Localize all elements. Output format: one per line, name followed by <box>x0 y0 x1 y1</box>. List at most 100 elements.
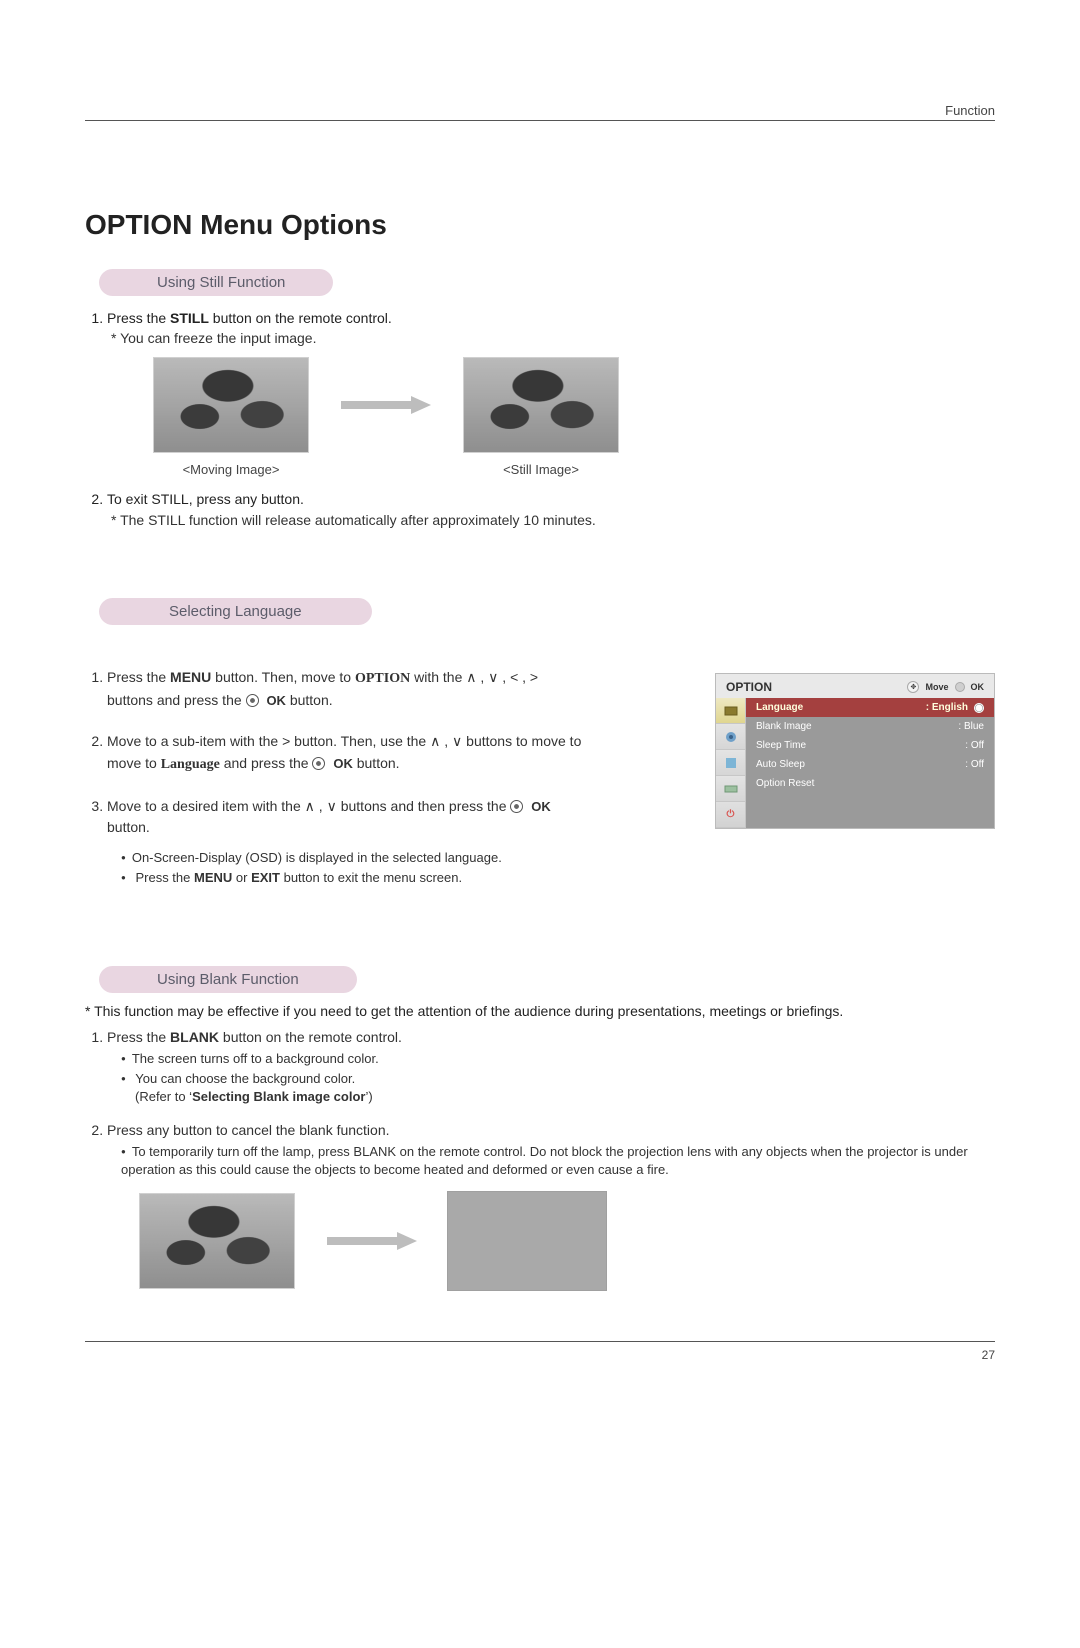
text: move to <box>107 755 161 771</box>
ok-icon <box>312 757 325 770</box>
text: button. <box>357 755 400 771</box>
blank-bullet-choose-color: You can choose the background color. (Re… <box>121 1070 995 1106</box>
still-steps: Press the STILL button on the remote con… <box>85 308 995 530</box>
still-step-2: To exit STILL, press any button. * The S… <box>107 489 995 530</box>
text-bold: Language <box>161 757 220 772</box>
osd-title: OPTION <box>726 680 772 694</box>
blank-step-2: Press any button to cancel the blank fun… <box>107 1120 995 1291</box>
text: buttons and then press the <box>337 798 511 814</box>
blank-intro-note: * This function may be effective if you … <box>85 1003 995 1019</box>
page-number: 27 <box>982 1348 995 1362</box>
osd-menu: OPTION ✥ Move OK ⏻ Lang <box>715 673 995 829</box>
osd-row-label: Language <box>756 702 803 713</box>
text-bold: OPTION <box>355 671 410 686</box>
osd-tab-icon <box>716 750 745 776</box>
osd-hints: ✥ Move OK <box>907 681 984 693</box>
caption-moving: <Moving Image> <box>151 461 311 480</box>
text-bold: MENU <box>194 870 232 885</box>
osd-tab-icon <box>716 776 745 802</box>
osd-row-blank-image: Blank Image : Blue <box>746 717 994 736</box>
text: ’) <box>365 1089 372 1104</box>
radio-selected-icon <box>974 703 984 713</box>
text: To exit STILL, press any button. <box>107 491 304 507</box>
text-bold: EXIT <box>251 870 280 885</box>
arrow-symbols: ∧ , ∨ <box>430 733 462 749</box>
text-bold: Selecting Blank image color <box>192 1089 365 1104</box>
ok-icon <box>510 800 523 813</box>
text: button to exit the menu screen. <box>280 870 462 885</box>
arrow-symbols: ∧ , ∨ , < , > <box>466 669 538 685</box>
osd-row-value: : English <box>926 702 968 713</box>
osd-hint-ok: OK <box>971 682 985 692</box>
section-heading-blank: Using Blank Function <box>99 966 357 993</box>
still-figure-row <box>151 355 995 455</box>
osd-row-label: Blank Image <box>756 721 812 732</box>
projected-image-photo <box>137 1191 297 1291</box>
lang-step-2: Move to a sub-item with the > button. Th… <box>107 731 683 775</box>
lang-bullet-exit: Press the MENU or EXIT button to exit th… <box>121 869 683 887</box>
blank-screen-image <box>447 1191 607 1291</box>
arrow-icon <box>327 1232 417 1250</box>
section-heading-language: Selecting Language <box>99 598 372 625</box>
header-section: Function <box>945 103 995 118</box>
text: Press the <box>107 669 170 685</box>
ok-dot-icon <box>955 682 965 692</box>
text: Move to a desired item with the <box>107 798 305 814</box>
text: Press the <box>107 310 170 326</box>
lang-bullet-osd: On-Screen-Display (OSD) is displayed in … <box>121 849 683 867</box>
move-icon: ✥ <box>907 681 919 693</box>
text: or <box>232 870 251 885</box>
ok-text: OK <box>333 756 353 771</box>
text: with the <box>410 669 466 685</box>
blank-figure-row <box>137 1191 995 1291</box>
lang-step-1: Press the MENU button. Then, move to OPT… <box>107 667 683 711</box>
text-bold: STILL <box>170 310 209 326</box>
text: button. <box>290 692 333 708</box>
blank-steps: Press the BLANK button on the remote con… <box>85 1027 995 1292</box>
top-divider: Function <box>85 120 995 121</box>
lang-step-3: Move to a desired item with the ∧ , ∨ bu… <box>107 796 683 888</box>
section-heading-still: Using Still Function <box>99 269 333 296</box>
osd-tab-icon <box>716 698 745 724</box>
blank-step-1: Press the BLANK button on the remote con… <box>107 1027 995 1107</box>
text: Move to a sub-item with the <box>107 733 282 749</box>
blank-bullet-warning: To temporarily turn off the lamp, press … <box>121 1143 995 1179</box>
still-captions: <Moving Image> <Still Image> <box>151 461 995 480</box>
still-step1-note: * You can freeze the input image. <box>111 328 995 348</box>
text: Press any button to cancel the blank fun… <box>107 1122 390 1138</box>
text: button on the remote control. <box>209 310 392 326</box>
moving-image-photo <box>151 355 311 455</box>
bottom-divider: 27 <box>85 1341 995 1342</box>
osd-row-option-reset: Option Reset <box>746 774 994 793</box>
still-step-1: Press the STILL button on the remote con… <box>107 308 995 479</box>
osd-row-value: : Blue <box>958 721 984 732</box>
osd-row-value: : Off <box>965 759 984 770</box>
osd-row-label: Auto Sleep <box>756 759 805 770</box>
text: Press the <box>135 870 194 885</box>
osd-row-language: Language : English <box>746 698 994 717</box>
arrow-icon <box>341 396 431 414</box>
blank-bullet-screen-off: The screen turns off to a background col… <box>121 1050 995 1068</box>
text: and press the <box>220 755 313 771</box>
page-title: OPTION Menu Options <box>85 209 995 241</box>
osd-tab-strip: ⏻ <box>716 698 746 828</box>
osd-list: Language : English Blank Image : Blue Sl… <box>746 698 994 828</box>
language-steps: Press the MENU button. Then, move to OPT… <box>85 667 683 888</box>
text: You can choose the background color. <box>135 1071 355 1086</box>
text: (Refer to ‘ <box>135 1089 192 1104</box>
text: buttons to move to <box>462 733 581 749</box>
blank-bullet-refer: (Refer to ‘Selecting Blank image color’) <box>135 1089 373 1104</box>
text: buttons and press the <box>107 692 246 708</box>
text: button on the remote control. <box>219 1029 402 1045</box>
text-bold: BLANK <box>170 1029 219 1045</box>
caption-still: <Still Image> <box>461 461 621 480</box>
osd-tab-icon <box>716 724 745 750</box>
osd-header: OPTION ✥ Move OK <box>716 674 994 698</box>
ok-text: OK <box>531 799 551 814</box>
text: Press the <box>107 1029 170 1045</box>
osd-row-sleep-time: Sleep Time : Off <box>746 736 994 755</box>
osd-hint-move: Move <box>925 682 948 692</box>
text-bold: MENU <box>170 669 211 685</box>
osd-row-label: Sleep Time <box>756 740 806 751</box>
osd-row-label: Option Reset <box>756 778 814 789</box>
